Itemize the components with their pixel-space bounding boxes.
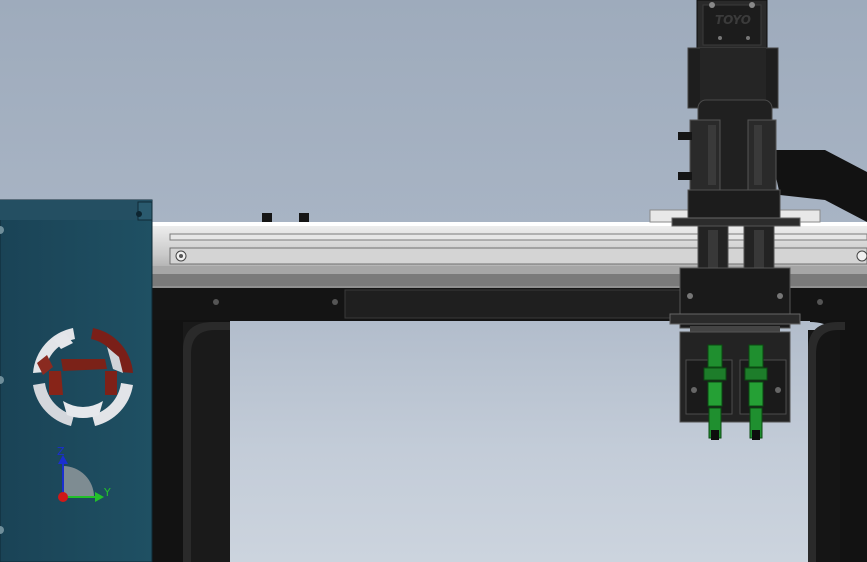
x-axis xyxy=(58,492,68,502)
y-axis-label: Y xyxy=(103,486,111,499)
z-axis-label: Z xyxy=(57,445,65,458)
model-scene: TOYO Z Y xyxy=(0,0,867,562)
carriage-logo: TOYO xyxy=(715,13,751,27)
control-box-panel xyxy=(0,199,153,562)
z-axis-column xyxy=(669,0,801,423)
cad-viewport[interactable]: TOYO Z Y xyxy=(0,0,867,562)
